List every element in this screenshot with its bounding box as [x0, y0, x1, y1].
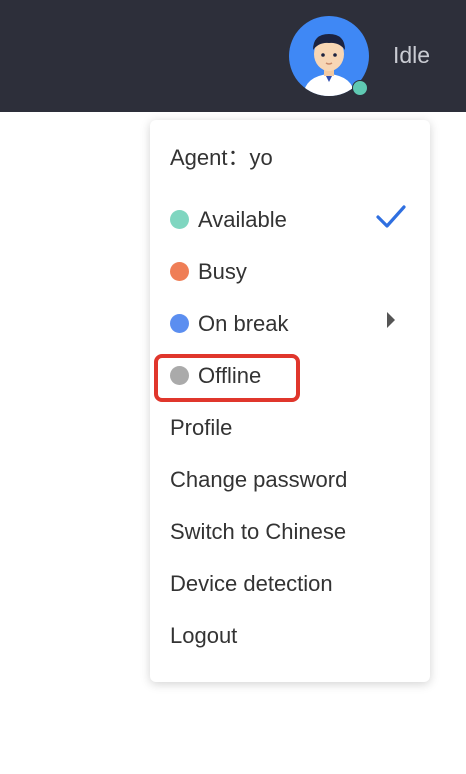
current-status-text[interactable]: Idle	[393, 40, 430, 70]
menu-item-busy[interactable]: Busy	[170, 252, 420, 292]
caret-right-icon	[387, 312, 395, 328]
menu-item-profile[interactable]: Profile	[170, 408, 420, 448]
menu-item-offline[interactable]: Offline	[170, 356, 420, 396]
menu-item-label: On break	[198, 311, 289, 336]
top-bar: Idle	[0, 0, 466, 112]
checkmark-icon	[376, 205, 406, 228]
menu-item-on-break[interactable]: On break	[170, 304, 420, 344]
on-break-status-dot	[170, 314, 189, 334]
menu-item-label: Available	[198, 207, 287, 232]
menu-item-label: Busy	[198, 259, 247, 284]
busy-status-dot	[170, 262, 189, 282]
menu-item-label: Offline	[198, 363, 262, 388]
menu-item-switch-language[interactable]: Switch to Chinese	[170, 512, 420, 552]
avatar-status-dot	[352, 80, 368, 96]
menu-item-change-password[interactable]: Change password	[170, 460, 420, 500]
offline-status-dot	[170, 366, 189, 386]
agent-label: Agent：yo	[170, 145, 273, 170]
menu-item-logout[interactable]: Logout	[170, 616, 420, 656]
menu-item-device-detection[interactable]: Device detection	[170, 564, 420, 604]
available-status-dot	[170, 210, 189, 230]
user-dropdown-menu: Agent：yo Available Busy On break Offline…	[150, 120, 430, 682]
